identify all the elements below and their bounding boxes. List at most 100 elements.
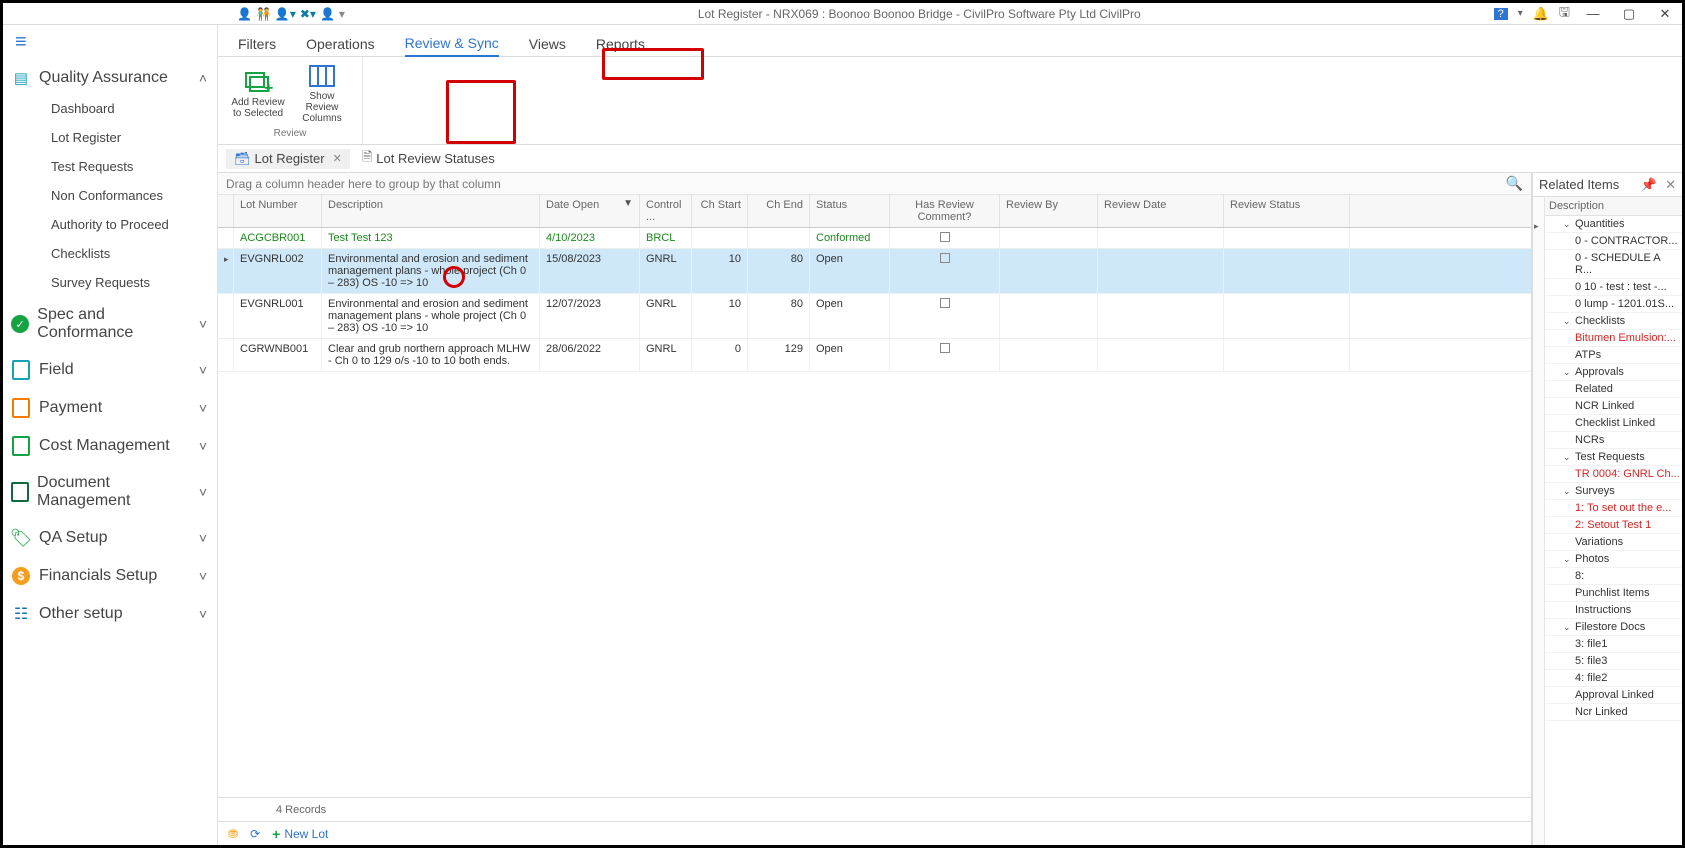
tree-group[interactable]: ⌄Surveys xyxy=(1545,483,1682,500)
sidebar-item-test-requests[interactable]: Test Requests xyxy=(51,152,213,181)
row-expand[interactable] xyxy=(218,228,234,248)
minimize-button[interactable]: — xyxy=(1580,6,1606,21)
nav-group-spec-conformance[interactable]: ✓ Spec and Conformance ˅ xyxy=(7,297,213,351)
cell-has-review-comment[interactable] xyxy=(890,294,1000,338)
table-row[interactable]: ▸ EVGNRL002 Environmental and erosion an… xyxy=(218,249,1531,294)
sidebar-item-authority-to-proceed[interactable]: Authority to Proceed xyxy=(51,210,213,239)
tree-item[interactable]: TR 0004: GNRL Ch... xyxy=(1545,466,1682,483)
nav-group-other-setup[interactable]: ☷ Other setup ˅ xyxy=(7,595,213,633)
tree-item[interactable]: Ncr Linked xyxy=(1545,704,1682,721)
hamburger-icon[interactable]: ≡ xyxy=(7,31,213,62)
qa-icon-3[interactable]: 👤▾ xyxy=(275,7,296,21)
maximize-button[interactable]: ▢ xyxy=(1616,6,1642,22)
cell-has-review-comment[interactable] xyxy=(890,249,1000,293)
sidebar-item-survey-requests[interactable]: Survey Requests xyxy=(51,268,213,297)
col-review-by[interactable]: Review By xyxy=(1000,195,1098,227)
col-review-status[interactable]: Review Status xyxy=(1224,195,1350,227)
tree-item[interactable]: 0 - CONTRACTOR... xyxy=(1545,233,1682,250)
close-tab-icon[interactable]: ✕ xyxy=(333,152,342,165)
tree-item[interactable]: Checklist Linked xyxy=(1545,415,1682,432)
tree-group[interactable]: ⌄Filestore Docs xyxy=(1545,619,1682,636)
nav-group-field[interactable]: Field ˅ xyxy=(7,351,213,389)
tree-item[interactable]: Related xyxy=(1545,381,1682,398)
tree-item[interactable]: Bitumen Emulsion:... xyxy=(1545,330,1682,347)
tree-item[interactable]: Approval Linked xyxy=(1545,687,1682,704)
tree-item[interactable]: 0 - SCHEDULE A R... xyxy=(1545,250,1682,279)
sidebar-item-lot-register[interactable]: Lot Register xyxy=(51,123,213,152)
ribbon-btn-add-review[interactable]: + Add Review to Selected xyxy=(228,61,288,126)
menu-tab-filters[interactable]: Filters xyxy=(238,32,276,56)
tree-group[interactable]: NCRs xyxy=(1545,432,1682,449)
group-by-bar[interactable]: Drag a column header here to group by th… xyxy=(218,173,1531,195)
tree-item[interactable]: NCR Linked xyxy=(1545,398,1682,415)
menu-tab-reports[interactable]: Reports xyxy=(596,32,645,56)
tree-group[interactable]: Punchlist Items xyxy=(1545,585,1682,602)
nav-group-payment[interactable]: Payment ˅ xyxy=(7,389,213,427)
col-has-review[interactable]: Has Review Comment? xyxy=(890,195,1000,227)
tree-group[interactable]: ⌄Test Requests xyxy=(1545,449,1682,466)
close-button[interactable]: ✕ xyxy=(1652,6,1678,22)
col-control[interactable]: Control ... xyxy=(640,195,692,227)
ribbon-btn-show-columns[interactable]: Show Review Columns xyxy=(292,61,352,126)
col-lot-number[interactable]: Lot Number xyxy=(234,195,322,227)
qa-icon-5[interactable]: 👤 xyxy=(320,7,335,21)
col-review-date[interactable]: Review Date xyxy=(1098,195,1224,227)
help-badge[interactable]: ? xyxy=(1494,8,1508,20)
qa-icon-2[interactable]: 🧑‍🤝‍🧑 xyxy=(256,7,271,21)
row-expand[interactable] xyxy=(218,294,234,338)
tree-item[interactable]: 3: file1 xyxy=(1545,636,1682,653)
sidebar-item-non-conformances[interactable]: Non Conformances xyxy=(51,181,213,210)
search-icon[interactable]: 🔍 xyxy=(1506,175,1523,192)
table-row[interactable]: EVGNRL001 Environmental and erosion and … xyxy=(218,294,1531,339)
nav-group-cost-management[interactable]: Cost Management ˅ xyxy=(7,427,213,465)
menu-tab-views[interactable]: Views xyxy=(529,32,566,56)
col-description[interactable]: Description xyxy=(322,195,540,227)
tree-item[interactable]: 1: To set out the e... xyxy=(1545,500,1682,517)
related-tree[interactable]: Description ⌄Quantities0 - CONTRACTOR...… xyxy=(1545,197,1682,845)
grid-body[interactable]: ACGCBR001 Test Test 123 4/10/2023 BRCL C… xyxy=(218,228,1531,797)
col-status[interactable]: Status xyxy=(810,195,890,227)
tree-group[interactable]: Variations xyxy=(1545,534,1682,551)
nav-group-qa-setup[interactable]: 🏷 QA Setup ˅ xyxy=(7,519,213,557)
tree-item[interactable]: 4: file2 xyxy=(1545,670,1682,687)
tree-item[interactable]: 0 10 - test : test -... xyxy=(1545,279,1682,296)
close-panel-icon[interactable]: ✕ xyxy=(1665,177,1676,193)
refresh-icon[interactable]: ⟳ xyxy=(250,827,260,841)
qa-icon-4[interactable]: ✖▾ xyxy=(300,7,316,21)
qa-icon-1[interactable]: 👤 xyxy=(237,7,252,21)
cell-has-review-comment[interactable] xyxy=(890,228,1000,248)
new-lot-button[interactable]: + New Lot xyxy=(272,826,328,842)
col-expand[interactable] xyxy=(218,195,234,227)
menu-tab-review-sync[interactable]: Review & Sync xyxy=(405,31,499,57)
table-row[interactable]: CGRWNB001 Clear and grub northern approa… xyxy=(218,339,1531,372)
tree-item[interactable]: 0 lump - 1201.01S... xyxy=(1545,296,1682,313)
notification-bell-icon[interactable]: 🔔 xyxy=(1533,6,1549,22)
row-expand[interactable] xyxy=(218,339,234,371)
tree-group[interactable]: ⌄Photos xyxy=(1545,551,1682,568)
tree-item[interactable]: 8: xyxy=(1545,568,1682,585)
nav-group-financials-setup[interactable]: $ Financials Setup ˅ xyxy=(7,557,213,595)
save-icon[interactable]: 🖫 xyxy=(1559,3,1570,25)
col-ch-end[interactable]: Ch End xyxy=(748,195,810,227)
tree-group[interactable]: Instructions xyxy=(1545,602,1682,619)
table-row[interactable]: ACGCBR001 Test Test 123 4/10/2023 BRCL C… xyxy=(218,228,1531,249)
help-dropdown-icon[interactable]: ▾ xyxy=(1518,8,1523,19)
tree-group[interactable]: ⌄Quantities xyxy=(1545,216,1682,233)
menu-tab-operations[interactable]: Operations xyxy=(306,32,374,56)
pin-icon[interactable]: 📌 xyxy=(1641,177,1657,193)
doc-tab-lot-review-statuses[interactable]: 🗎 Lot Review Statuses xyxy=(354,146,503,172)
coins-icon[interactable]: ⛃ xyxy=(228,827,238,841)
row-expand[interactable]: ▸ xyxy=(218,249,234,293)
cell-has-review-comment[interactable] xyxy=(890,339,1000,371)
tree-group[interactable]: ATPs xyxy=(1545,347,1682,364)
panel-expand-handle[interactable]: ▸ xyxy=(1533,197,1545,845)
sidebar-item-dashboard[interactable]: Dashboard xyxy=(51,94,213,123)
sidebar-item-checklists[interactable]: Checklists xyxy=(51,239,213,268)
nav-group-quality-assurance[interactable]: ▤ Quality Assurance ˄ xyxy=(7,62,213,94)
tree-group[interactable]: ⌄Checklists xyxy=(1545,313,1682,330)
nav-group-document-management[interactable]: Document Management ˅ xyxy=(7,465,213,519)
tree-item[interactable]: 2: Setout Test 1 xyxy=(1545,517,1682,534)
tree-item[interactable]: 5: file3 xyxy=(1545,653,1682,670)
col-date-open[interactable]: Date Open▼ xyxy=(540,195,640,227)
tree-group[interactable]: ⌄Approvals xyxy=(1545,364,1682,381)
